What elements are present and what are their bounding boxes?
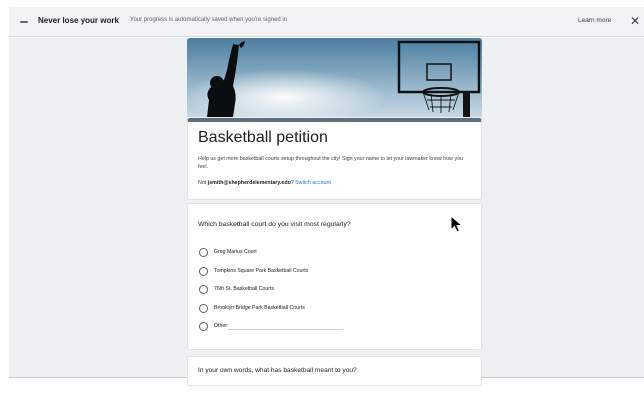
header-image <box>187 38 482 117</box>
account-line: Not jsmith@shepherdelementary.edu? Switc… <box>198 180 331 186</box>
option-tompkins-square-park[interactable]: Tompkins Square Park Basketball Courts <box>199 265 308 277</box>
account-email: jsmith@shepherdelementary.edu <box>207 180 291 186</box>
question-card-meaning: In your own words, what has basketball m… <box>187 356 482 386</box>
option-76th-st[interactable]: 76th St. Basketball Courts <box>199 283 274 295</box>
basketball-header-image <box>187 38 482 117</box>
account-suffix: ? <box>290 180 294 186</box>
banner-title: Never lose your work <box>38 16 119 25</box>
question-title: In your own words, what has basketball m… <box>198 367 357 374</box>
option-brooklyn-bridge-park[interactable]: Brooklyn Bridge Park Basketball Courts <box>199 302 305 314</box>
option-greg-marius-court[interactable]: Greg Marius Court <box>199 246 257 258</box>
switch-account-link[interactable]: Switch account <box>295 180 331 186</box>
radio-button-icon[interactable] <box>199 266 208 276</box>
option-label: 76th St. Basketball Courts <box>214 286 274 292</box>
account-prefix: Not <box>198 180 207 186</box>
radio-button-icon[interactable] <box>199 303 208 313</box>
other-text-input[interactable] <box>228 329 343 330</box>
minus-icon <box>20 21 28 23</box>
close-icon[interactable]: ✕ <box>628 13 642 29</box>
form-title: Basketball petition <box>198 129 328 146</box>
learn-more-link[interactable]: Learn more <box>578 17 611 24</box>
question-card-court: Which basketball court do you visit most… <box>187 203 482 350</box>
save-progress-banner: Never lose your work Your progress is au… <box>9 7 644 37</box>
form-page: Basketball petition Help us get more bas… <box>9 38 644 386</box>
question-title: Which basketball court do you visit most… <box>198 221 351 228</box>
form-description: Help us get more basketball courts setup… <box>198 156 463 170</box>
radio-button-icon[interactable] <box>199 321 208 331</box>
radio-button-icon[interactable] <box>199 247 208 257</box>
mouse-pointer-icon <box>450 215 464 233</box>
option-label: Other: <box>214 323 229 329</box>
option-label: Tompkins Square Park Basketball Courts <box>214 268 309 274</box>
browser-content: Never lose your work Your progress is au… <box>9 7 644 410</box>
option-label: Greg Marius Court <box>214 249 257 255</box>
form-header-card: Basketball petition Help us get more bas… <box>187 118 482 200</box>
option-other[interactable]: Other: <box>199 320 228 332</box>
radio-button-icon[interactable] <box>199 284 208 294</box>
option-label: Brooklyn Bridge Park Basketball Courts <box>214 305 305 311</box>
banner-text: Your progress is automatically saved whe… <box>130 17 288 23</box>
